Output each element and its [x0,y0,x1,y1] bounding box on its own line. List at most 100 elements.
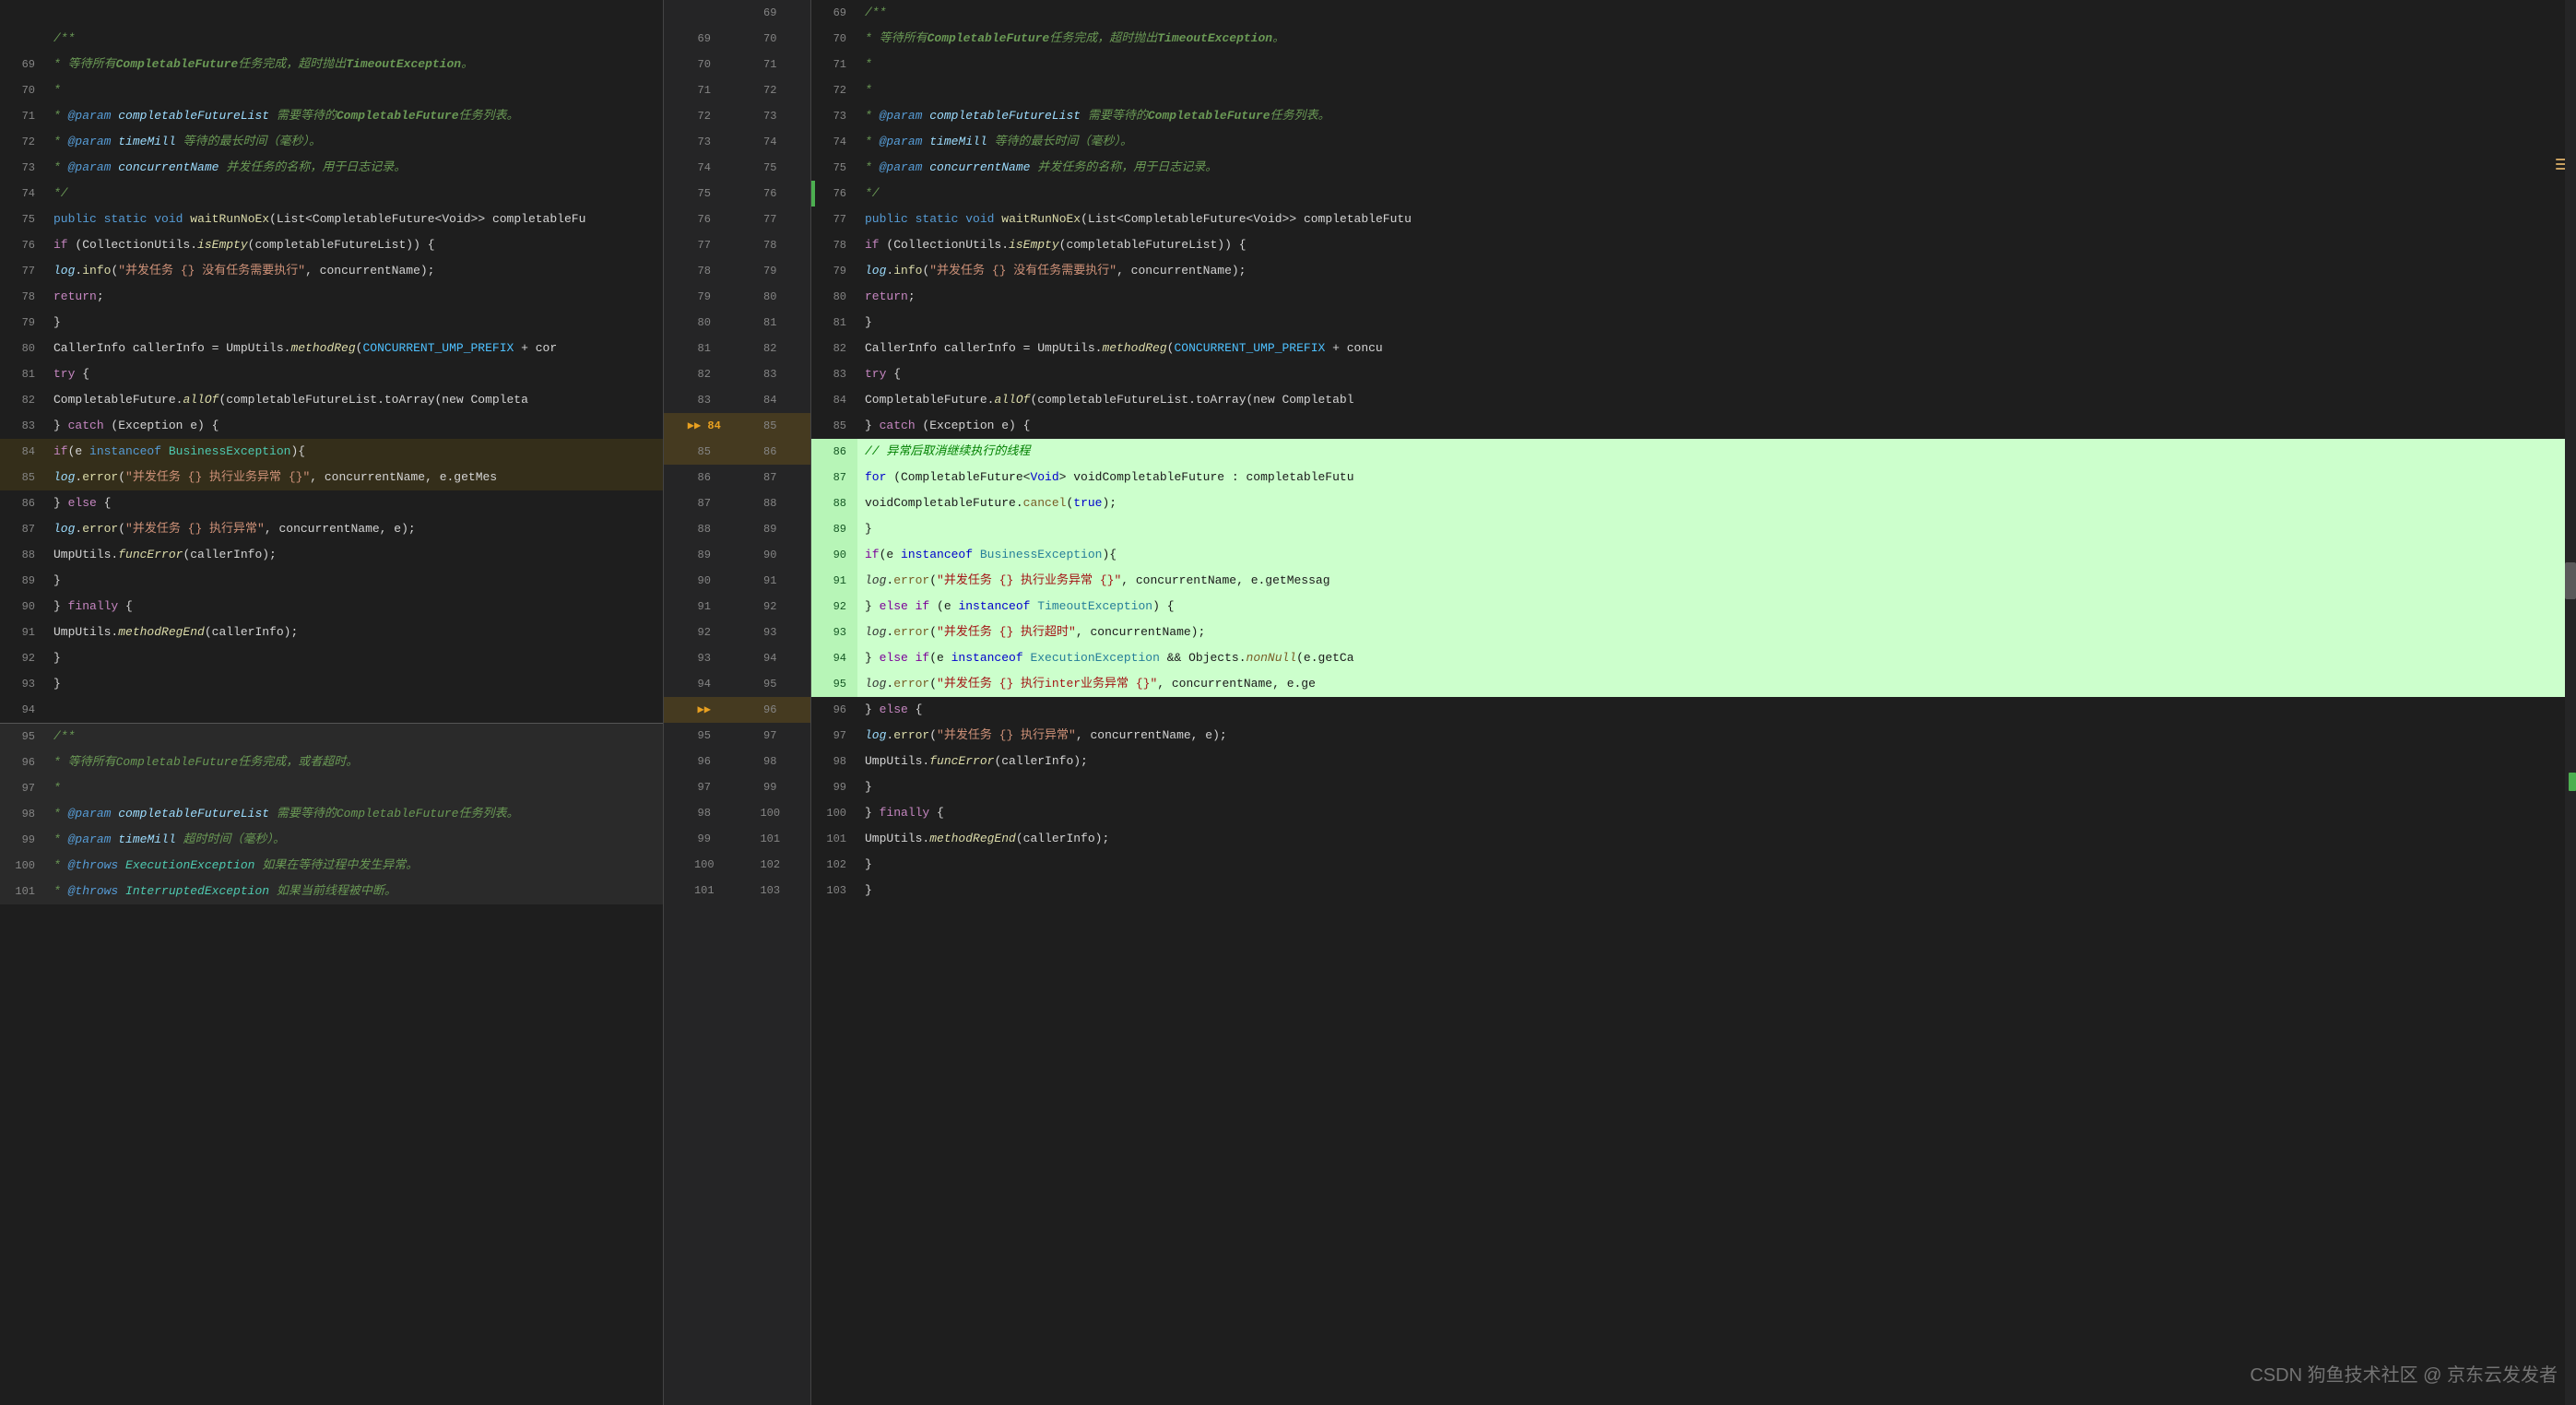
gutter-row: 88 89 [664,516,810,542]
table-row: 82 CallerInfo callerInfo = UmpUtils.meth… [811,336,2576,361]
table-row: 77 log.info("并发任务 {} 没有任务需要执行", concurre… [0,258,663,284]
table-row-added: 92 } else if (e instanceof TimeoutExcept… [811,594,2576,620]
table-row: 76 if (CollectionUtils.isEmpty(completab… [0,232,663,258]
gutter-row: 72 73 [664,103,810,129]
diff-gutter: 69 69 70 70 71 71 72 72 73 73 74 [664,0,811,1405]
right-code-area[interactable]: 69 /** 70 * 等待所有CompletableFuture任务完成，超时… [811,0,2576,1405]
table-row-added: 95 log.error("并发任务 {} 执行inter业务异常 {}", c… [811,671,2576,697]
gutter-row: 78 79 [664,258,810,284]
table-row: 76 */ [811,181,2576,207]
table-row: 80 CallerInfo callerInfo = UmpUtils.meth… [0,336,663,361]
table-row: 71 * [811,52,2576,77]
minimap-highlight [2569,773,2576,791]
table-row: 94 [0,697,663,723]
gutter-row: 100 102 [664,852,810,878]
table-row: 74 */ [0,181,663,207]
table-row-added: 88 voidCompletableFuture.cancel(true); [811,490,2576,516]
table-row: 93 } [0,671,663,697]
table-row: 75 public static void waitRunNoEx(List<C… [0,207,663,232]
table-row: 72 * [811,77,2576,103]
gutter-row: 96 98 [664,749,810,774]
table-row: 79 } [0,310,663,336]
table-row: 89 } [0,568,663,594]
table-row: 79 log.info("并发任务 {} 没有任务需要执行", concurre… [811,258,2576,284]
gutter-row: 87 88 [664,490,810,516]
table-row: 91 UmpUtils.methodRegEnd(callerInfo); [0,620,663,645]
gutter-row: 95 97 [664,723,810,749]
gutter-row: 93 94 [664,645,810,671]
table-row: 70 * 等待所有CompletableFuture任务完成，超时抛出Timeo… [811,26,2576,52]
scrollbar-thumb[interactable] [2565,562,2576,599]
change-marker [811,181,815,207]
gutter-row: 69 [664,0,810,26]
gutter-row: 76 77 [664,207,810,232]
gutter-row: 75 76 [664,181,810,207]
right-pane: 69 /** 70 * 等待所有CompletableFuture任务完成，超时… [811,0,2576,1405]
table-row: 70 * [0,77,663,103]
table-row: 78 if (CollectionUtils.isEmpty(completab… [811,232,2576,258]
table-row: 85 } catch (Exception e) { [811,413,2576,439]
gutter-row: 71 72 [664,77,810,103]
gutter-row: 77 78 [664,232,810,258]
table-row: 81 try { [0,361,663,387]
table-row: 100 } finally { [811,800,2576,826]
table-row: 97 log.error("并发任务 {} 执行异常", concurrentN… [811,723,2576,749]
table-row: 98 UmpUtils.funcError(callerInfo); [811,749,2576,774]
gutter-row: 83 84 [664,387,810,413]
gutter-row: 92 93 [664,620,810,645]
table-row: 98 * @param completableFutureList 需要等待的C… [0,801,663,827]
table-row: 69 * 等待所有CompletableFuture任务完成，超时抛出Timeo… [0,52,663,77]
gutter-row: 97 99 [664,774,810,800]
gutter-row: 81 82 [664,336,810,361]
table-row: 101 * @throws InterruptedException 如果当前线… [0,879,663,904]
table-row: 87 log.error("并发任务 {} 执行异常", concurrentN… [0,516,663,542]
table-row: 80 return; [811,284,2576,310]
table-row: 83 } catch (Exception e) { [0,413,663,439]
gutter-row: 90 91 [664,568,810,594]
table-row: 83 try { [811,361,2576,387]
table-row: 92 } [0,645,663,671]
gutter-row: 99 101 [664,826,810,852]
table-row: 74 * @param timeMill 等待的最长时间（毫秒）。 [811,129,2576,155]
table-row-added: 90 if(e instanceof BusinessException){ [811,542,2576,568]
gutter-row-arrow: ▶▶ 84 85 [664,413,810,439]
table-row: 85 log.error("并发任务 {} 执行业务异常 {}", concur… [0,465,663,490]
gutter-row: 73 74 [664,129,810,155]
gutter-row: 98 100 [664,800,810,826]
left-pane: /** 69 * 等待所有CompletableFuture任务完成，超时抛出T… [0,0,664,1405]
table-row: 96 } else { [811,697,2576,723]
gutter-row-arrow: ▶▶ 96 [664,697,810,723]
table-row-added: 87 for (CompletableFuture<Void> voidComp… [811,465,2576,490]
table-row-added: 91 log.error("并发任务 {} 执行业务异常 {}", concur… [811,568,2576,594]
table-row: 100 * @throws ExecutionException 如果在等待过程… [0,853,663,879]
table-row: /** [0,26,663,52]
table-row: 75 * @param concurrentName 并发任务的名称，用于日志记… [811,155,2576,181]
gutter-row: 74 75 [664,155,810,181]
gutter-row: 91 92 [664,594,810,620]
table-row-added: 89 } [811,516,2576,542]
gutter-row-arrow: 85 86 [664,439,810,465]
table-row: 101 UmpUtils.methodRegEnd(callerInfo); [811,826,2576,852]
gutter-row: 101 103 [664,878,810,903]
gutter-row: 69 70 [664,26,810,52]
table-row: 99 * @param timeMill 超时时间（毫秒）。 [0,827,663,853]
gutter-row: 79 80 [664,284,810,310]
table-row: 73 * @param concurrentName 并发任务的名称，用于日志记… [0,155,663,181]
gutter-row: 82 83 [664,361,810,387]
table-row: 96 * 等待所有CompletableFuture任务完成，或者超时。 [0,750,663,775]
table-row: 90 } finally { [0,594,663,620]
table-row: 72 * @param timeMill 等待的最长时间（毫秒）。 [0,129,663,155]
table-row: 95 /** [0,724,663,750]
table-row: 81 } [811,310,2576,336]
left-code-area[interactable]: /** 69 * 等待所有CompletableFuture任务完成，超时抛出T… [0,0,663,1405]
table-row: 97 * [0,775,663,801]
table-row: 103 } [811,878,2576,903]
table-row [0,0,663,26]
scrollbar-track[interactable] [2565,0,2576,1405]
table-row: 99 } [811,774,2576,800]
gutter-row: 80 81 [664,310,810,336]
gutter-row: 86 87 [664,465,810,490]
table-row-added: 86 // 异常后取消继续执行的线程 [811,439,2576,465]
gutter-row: 70 71 [664,52,810,77]
table-row-added: 94 } else if(e instanceof ExecutionExcep… [811,645,2576,671]
